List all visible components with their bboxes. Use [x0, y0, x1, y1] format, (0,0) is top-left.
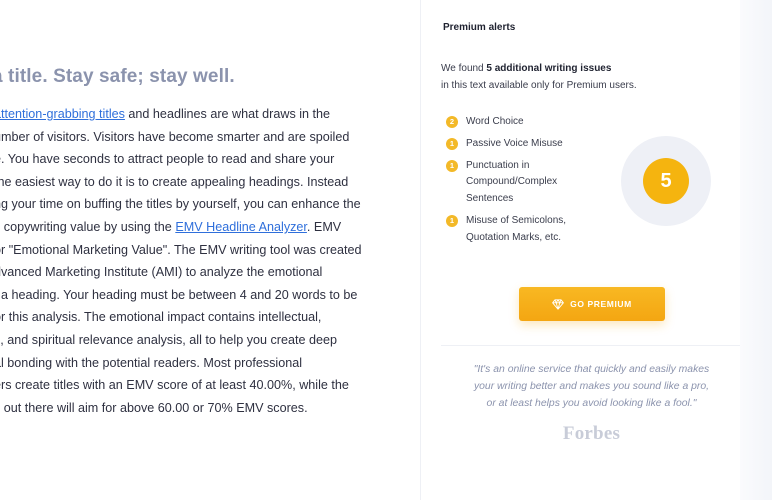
panel-title: Premium alerts [443, 22, 516, 33]
line-text: dvanced Marketing Institute (AMI) to ana… [0, 265, 323, 280]
quote-line: your writing better and makes you sound … [473, 381, 710, 392]
issue-label-line: Passive Voice Misuse [466, 137, 563, 149]
issue-label: Passive Voice Misuse [466, 136, 563, 153]
line-text: s out there will aim for above 60.00 or … [0, 400, 308, 415]
issue-item: 1 Punctuation in Compound/Complex Sentences [446, 158, 606, 208]
paragraph-line: the easiest way to do it is to create ap… [0, 171, 394, 194]
right-gutter [740, 0, 772, 500]
issues-summary: We found 5 additional writing issues in … [441, 61, 691, 94]
summary-suffix: in this text available only for Premium … [441, 79, 637, 91]
diamond-icon [552, 298, 564, 310]
paragraph-line: or this analysis. The emotional impact c… [0, 306, 394, 329]
premium-alerts-panel: Premium alerts We found 5 additional wri… [420, 0, 741, 500]
issue-label-line: Punctuation in [466, 159, 530, 171]
line-text: ng your time on buffing the titles by yo… [0, 197, 361, 212]
score-badge: 5 [643, 158, 689, 204]
go-premium-button[interactable]: GO PREMIUM [519, 287, 665, 321]
issue-label: Punctuation in Compound/Complex Sentences [466, 158, 557, 208]
score-ring: 5 [621, 136, 711, 226]
line-text: c, and spiritual relevance analysis, all… [0, 332, 338, 347]
line-text: . EMV [306, 219, 342, 234]
quote-line: or at least helps you avoid looking like… [486, 398, 697, 409]
paragraph-line: ers create titles with an EMV score of a… [0, 374, 394, 397]
paragraph-line: umber of visitors. Visitors have become … [0, 126, 394, 149]
inline-link[interactable]: attention-grabbing titles [0, 107, 125, 121]
issue-item: 2 Word Choice [446, 114, 606, 131]
issue-label: Misuse of Semicolons, Quotation Marks, et… [466, 213, 566, 247]
line-text: al bonding with the potential readers. M… [0, 355, 303, 370]
paragraph-line: attention-grabbing titles and headlines … [0, 103, 394, 126]
issue-item: 1 Passive Voice Misuse [446, 136, 606, 153]
inline-link[interactable]: EMV Headline Analyzer [175, 220, 307, 234]
paragraph-line: al bonding with the potential readers. M… [0, 352, 394, 375]
issue-count-badge: 1 [446, 137, 458, 150]
issue-label-line: Misuse of Semicolons, [466, 214, 567, 226]
paragraph-line: dvanced Marketing Institute (AMI) to ana… [0, 261, 394, 284]
issue-label-line: Word Choice [466, 116, 524, 127]
paragraph-line: c, and spiritual relevance analysis, all… [0, 329, 394, 352]
issue-label-line: Compound/Complex [466, 176, 558, 188]
line-text: s copywriting value by using the [0, 219, 176, 234]
issue-count-badge: 2 [446, 116, 458, 128]
summary-count: 5 additional writing issues [486, 63, 612, 74]
paragraph-line: f a heading. Your heading must be betwee… [0, 284, 394, 307]
go-premium-label: GO PREMIUM [570, 299, 632, 309]
paragraph-line: e. You have seconds to attract people to… [0, 148, 394, 171]
issue-count-badge: 1 [446, 214, 458, 227]
summary-prefix: We found [441, 63, 487, 74]
paragraph-line: s copywriting value by using the EMV Hea… [0, 216, 394, 239]
paragraph-line: or "Emotional Marketing Value". The EMV … [0, 239, 394, 262]
quote-line: "It's an online service that quickly and… [473, 364, 710, 375]
forbes-logo: Forbes [562, 423, 621, 444]
issue-label-line: Quotation Marks, etc. [466, 231, 562, 243]
line-text: or this analysis. The emotional impact c… [0, 310, 322, 325]
paragraph-line: ng your time on buffing the titles by yo… [0, 193, 394, 216]
line-text: the easiest way to do it is to create ap… [0, 174, 349, 189]
divider [441, 345, 741, 346]
issue-list: 2 Word Choice 1 Passive Voice Misuse 1 Punctu… [446, 114, 606, 252]
editor-pane[interactable]: a title. Stay safe; stay well. attention… [0, 0, 420, 500]
issue-item: 1 Misuse of Semicolons, Quotation Marks, e… [446, 213, 606, 247]
line-text: e. You have seconds to attract people to… [0, 152, 335, 167]
line-text: or "Emotional Marketing Value". The EMV … [0, 242, 362, 257]
document-body[interactable]: attention-grabbing titles and headlines … [0, 103, 394, 419]
paragraph-line: s out there will aim for above 60.00 or … [0, 397, 394, 420]
line-text: ers create titles with an EMV score of a… [0, 378, 349, 393]
issue-count-badge: 1 [446, 159, 458, 172]
issue-label-line: Sentences [466, 193, 514, 205]
document-title: a title. Stay safe; stay well. [0, 66, 235, 87]
line-text: umber of visitors. Visitors have become … [0, 129, 350, 144]
issue-label: Word Choice [466, 114, 524, 131]
testimonial-quote: "It's an online service that quickly and… [449, 361, 734, 412]
line-text: and headlines are what draws in the [124, 107, 331, 121]
line-text: f a heading. Your heading must be betwee… [0, 287, 358, 302]
